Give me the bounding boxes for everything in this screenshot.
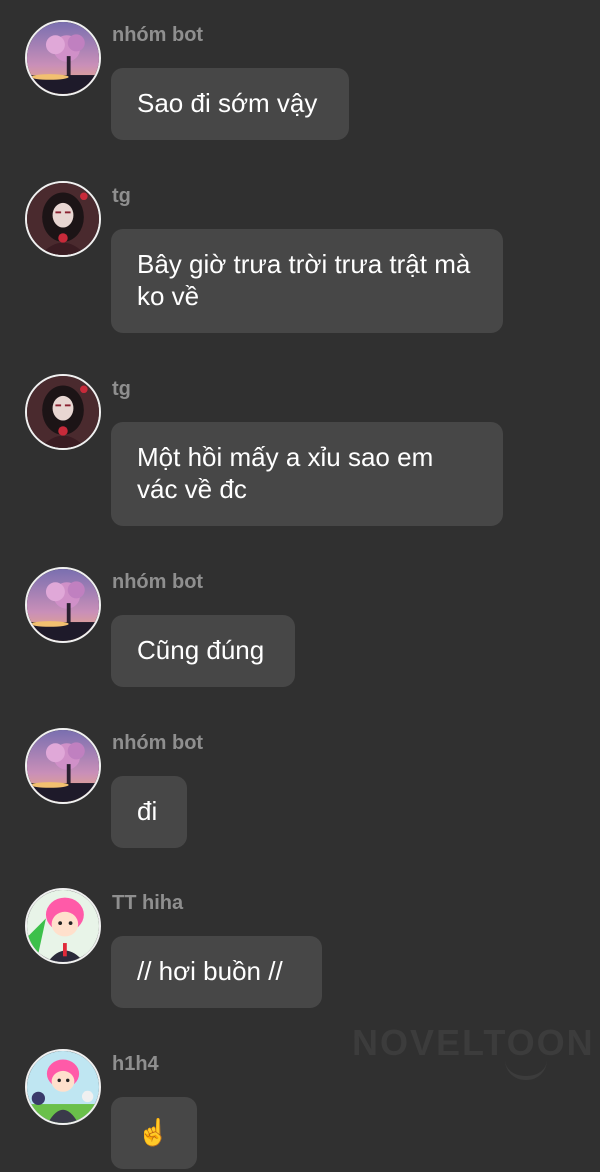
anime-girl-avatar-icon[interactable] <box>25 181 101 257</box>
message-bubble[interactable]: Sao đi sớm vậy <box>111 68 349 140</box>
sender-name: h1h4 <box>112 1053 159 1075</box>
message-bubble[interactable]: Một hồi mấy a xỉu sao em vác về đc <box>111 422 503 526</box>
message-bubble[interactable]: đi <box>111 776 187 848</box>
sender-name: nhóm bot <box>112 571 204 593</box>
sender-name: tg <box>112 378 131 400</box>
cherry-blossom-avatar-icon[interactable] <box>25 567 101 643</box>
sender-name: nhóm bot <box>112 24 204 46</box>
cherry-blossom-avatar-icon[interactable] <box>25 20 101 96</box>
noveltoon-watermark: NOVELTOON <box>352 1022 595 1063</box>
message-bubble[interactable]: Bây giờ trưa trời trưa trật mà ko về <box>111 229 503 333</box>
watermark-smile-icon <box>505 1060 547 1080</box>
message-bubble[interactable]: Cũng đúng <box>111 615 295 687</box>
message-bubble[interactable]: ☝️ <box>111 1097 197 1169</box>
cherry-blossom-avatar-icon[interactable] <box>25 728 101 804</box>
sender-name: tg <box>112 185 131 207</box>
anime-girl-avatar-icon[interactable] <box>25 374 101 450</box>
pink-hair-boy-suit-avatar-icon[interactable] <box>25 1049 101 1125</box>
sender-name: nhóm bot <box>112 732 204 754</box>
message-bubble[interactable]: // hơi buồn // <box>111 936 322 1008</box>
sender-name: TT hiha <box>112 892 184 914</box>
pink-hair-boy-avatar-icon[interactable] <box>25 888 101 964</box>
